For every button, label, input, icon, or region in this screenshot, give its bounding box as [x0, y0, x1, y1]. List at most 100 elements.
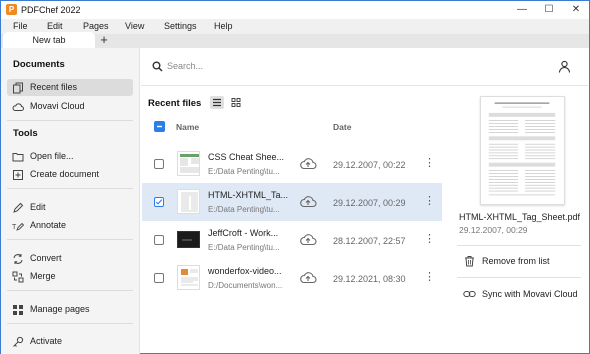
divider	[7, 290, 133, 291]
column-header-date[interactable]: Date	[333, 122, 351, 132]
jeffcroft-dark-thumbnail	[177, 231, 200, 248]
menu-edit[interactable]: Edit	[47, 21, 63, 31]
more-options-icon[interactable]: ⋮	[424, 271, 435, 284]
sidebar-item-label: Convert	[30, 253, 62, 263]
menu-pages[interactable]: Pages	[83, 21, 109, 31]
sidebar-item-merge[interactable]: Merge	[7, 268, 133, 285]
css-cheat-sheet-thumbnail	[177, 151, 200, 176]
sidebar-item-label: Edit	[30, 202, 46, 212]
sidebar-item-recent-files[interactable]: Recent files	[7, 79, 133, 96]
sidebar-item-create-document[interactable]: Create document	[7, 166, 133, 183]
pdfchef-logo-icon: P	[6, 4, 17, 15]
menu-help[interactable]: Help	[214, 21, 233, 31]
grid-view-icon	[231, 98, 241, 107]
row-checkbox[interactable]	[154, 235, 164, 245]
sidebar-item-manage-pages[interactable]: Manage pages	[7, 301, 133, 318]
table-row[interactable]: wonderfox-video... D:/Documents\won... 2…	[142, 259, 442, 297]
annotate-icon: T	[12, 222, 24, 231]
sync-with-movavi-cloud-label: Sync with Movavi Cloud	[482, 289, 578, 299]
search-bar	[141, 48, 588, 86]
menu-settings[interactable]: Settings	[164, 21, 197, 31]
preview-file-date: 29.12.2007, 00:29	[459, 225, 528, 235]
sidebar-item-activate[interactable]: Activate	[7, 333, 133, 350]
divider	[457, 245, 581, 246]
row-checkbox[interactable]	[154, 159, 164, 169]
divider	[457, 277, 581, 278]
file-name: wonderfox-video...	[208, 266, 282, 276]
select-all-checkbox[interactable]	[154, 121, 165, 132]
sidebar-item-label: Annotate	[30, 220, 67, 230]
list-view-button[interactable]	[210, 96, 224, 109]
column-header-name[interactable]: Name	[176, 122, 199, 132]
minimize-button[interactable]: —	[509, 1, 535, 19]
menu-view[interactable]: View	[125, 21, 144, 31]
title-bar: P PDFChef 2022 — ☐ ✕	[1, 1, 589, 19]
maximize-button[interactable]: ☐	[536, 1, 562, 19]
cloud-upload-icon[interactable]	[299, 194, 317, 208]
sidebar-item-label: Open file...	[30, 151, 74, 161]
svg-text:T: T	[12, 224, 17, 231]
app-window: P PDFChef 2022 — ☐ ✕ File Edit Pages Vie…	[0, 0, 590, 354]
sidebar-item-label: Activate	[30, 336, 63, 346]
table-row[interactable]: JeffCroft - Work... E:/Data Penting\tu..…	[142, 221, 442, 259]
row-checkbox[interactable]	[154, 197, 164, 207]
sidebar-item-edit[interactable]: Edit	[7, 199, 133, 216]
document-preview	[480, 96, 565, 205]
grid-icon	[13, 305, 23, 315]
sidebar-item-convert[interactable]: Convert	[7, 250, 133, 267]
documents-section-title: Documents	[13, 59, 65, 70]
user-account-icon[interactable]	[558, 60, 571, 73]
checkmark-icon	[155, 199, 163, 205]
search-input[interactable]	[167, 58, 547, 74]
html-xhtml-thumbnail	[177, 189, 200, 214]
cloud-upload-icon[interactable]	[299, 232, 317, 246]
remove-from-list-button[interactable]: Remove from list	[463, 255, 573, 269]
convert-icon	[13, 254, 23, 264]
more-options-icon[interactable]: ⋮	[424, 195, 435, 208]
file-date: 29.12.2007, 00:22	[333, 160, 406, 170]
file-name: HTML-XHTML_Ta...	[208, 190, 289, 200]
sidebar-item-movavi-cloud[interactable]: Movavi Cloud	[7, 98, 133, 115]
sync-with-movavi-cloud-button[interactable]: Sync with Movavi Cloud	[463, 288, 583, 302]
table-row-selected[interactable]: HTML-XHTML_Ta... E:/Data Penting\tu... 2…	[142, 183, 442, 221]
sidebar-item-label: Create document	[30, 169, 100, 179]
recent-files-icon	[13, 82, 23, 94]
sidebar-item-open-file[interactable]: Open file...	[7, 148, 133, 165]
remove-from-list-label: Remove from list	[482, 256, 550, 266]
create-document-icon	[13, 170, 23, 180]
sidebar-item-label: Merge	[30, 271, 56, 281]
cloud-icon	[12, 103, 24, 111]
pencil-icon	[13, 202, 24, 213]
window-title: PDFChef 2022	[21, 5, 81, 15]
search-icon	[152, 61, 163, 72]
tab-new[interactable]: New tab	[3, 32, 95, 48]
file-path: E:/Data Penting\tu...	[208, 167, 280, 176]
sidebar-item-label: Movavi Cloud	[30, 101, 85, 111]
divider	[7, 120, 133, 121]
grid-view-button[interactable]	[229, 96, 243, 109]
divider	[7, 323, 133, 324]
row-checkbox[interactable]	[154, 273, 164, 283]
cloud-upload-icon[interactable]	[299, 270, 317, 284]
list-view-icon	[213, 98, 221, 107]
minus-icon	[157, 125, 162, 128]
sidebar-item-annotate[interactable]: T Annotate	[7, 217, 133, 234]
add-tab-button[interactable]: +	[97, 32, 111, 48]
close-button[interactable]: ✕	[563, 1, 589, 19]
sidebar-item-label: Manage pages	[30, 304, 90, 314]
tools-section-title: Tools	[13, 128, 38, 139]
file-date: 29.12.2021, 08:30	[333, 274, 406, 284]
file-name: JeffCroft - Work...	[208, 228, 279, 238]
key-icon	[13, 336, 24, 347]
file-date: 28.12.2007, 22:57	[333, 236, 406, 246]
file-path: E:/Data Penting\tu...	[208, 243, 280, 252]
more-options-icon[interactable]: ⋮	[424, 233, 435, 246]
menu-file[interactable]: File	[13, 21, 28, 31]
trash-icon	[465, 256, 474, 267]
cloud-upload-icon[interactable]	[299, 156, 317, 170]
file-path: E:/Data Penting\tu...	[208, 205, 280, 214]
more-options-icon[interactable]: ⋮	[424, 157, 435, 170]
divider	[7, 188, 133, 189]
file-path: D:/Documents\won...	[208, 281, 283, 290]
table-row[interactable]: CSS Cheat Shee... E:/Data Penting\tu... …	[142, 145, 442, 183]
